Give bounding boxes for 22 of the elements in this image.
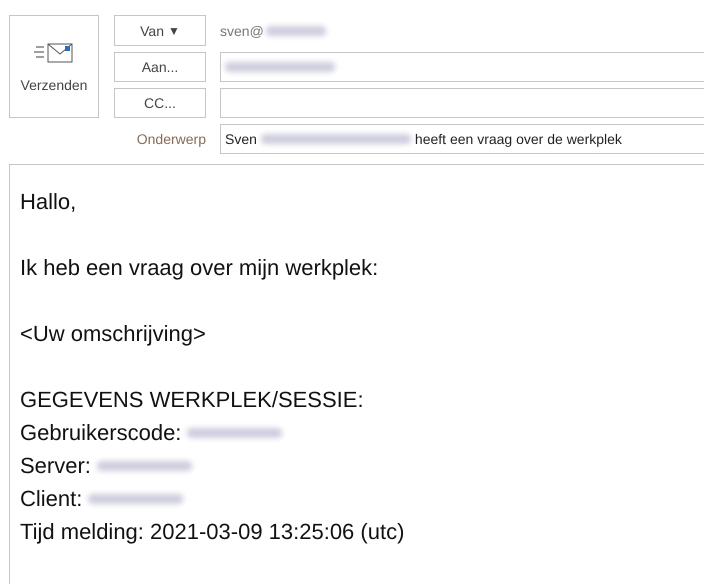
body-text: Ik heb een vraag over mijn werkplek: (20, 254, 378, 280)
sender-address: sven@ (220, 22, 264, 38)
message-body[interactable]: Hallo, Ik heb een vraag over mijn werkplek: <Uw omschrijving> GEGEVENS WERKPLEK/SESSIE: Gebruikerscode: Server: Client: Tijd melding: 2021-03-09 13:25:06 (utc) (9, 164, 704, 584)
body-text: GEGEVENS WERKPLEK/SESSIE: (20, 386, 364, 412)
to-field[interactable] (220, 52, 704, 82)
subject-label: Onderwerp (136, 131, 206, 147)
from-button[interactable]: Van ▼ (114, 15, 206, 46)
body-text: Server: (20, 452, 91, 478)
send-button[interactable]: Verzenden (9, 15, 99, 118)
subject-text: Sven (225, 131, 257, 147)
body-text: Tijd melding: 2021-03-09 13:25:06 (utc) (20, 518, 404, 544)
blurred-text (266, 26, 326, 36)
caret-icon: ▼ (168, 24, 180, 38)
cc-button[interactable]: CC... (114, 88, 206, 118)
subject-text: heeft een vraag over de werkplek (414, 131, 622, 147)
body-text: Gebruikerscode: (20, 420, 182, 446)
body-text: <Uw omschrijving> (20, 320, 206, 346)
body-text: Hallo, (20, 188, 76, 214)
cc-field[interactable] (220, 88, 704, 118)
body-text: Client: (20, 486, 82, 512)
to-button[interactable]: Aan... (114, 52, 206, 82)
subject-field[interactable]: Sven heeft een vraag over de werkplek (220, 124, 704, 154)
